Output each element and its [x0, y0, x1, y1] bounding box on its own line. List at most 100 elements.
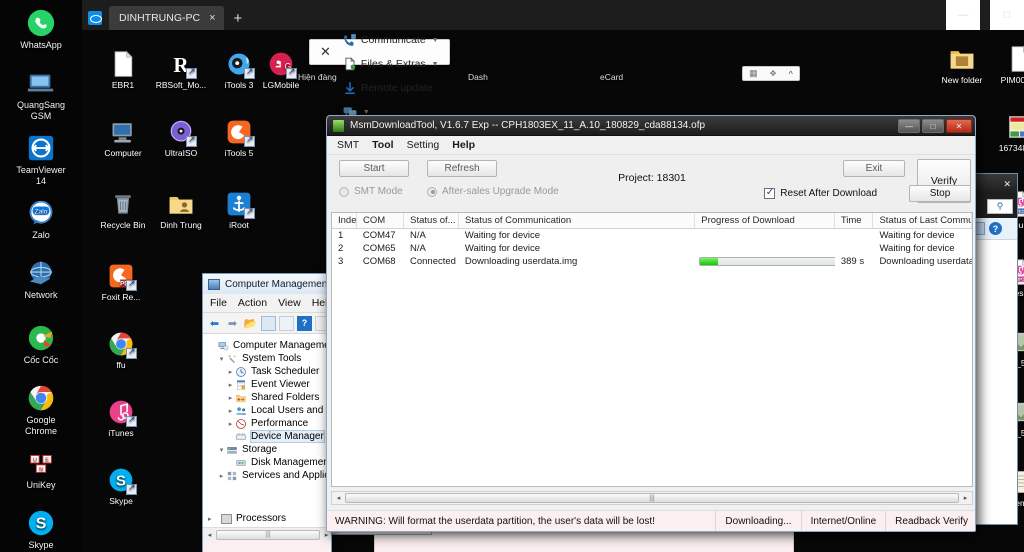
- tree-node-disk-management[interactable]: Disk Management: [208, 456, 331, 469]
- tree-twisty-icon[interactable]: ▸: [217, 472, 226, 480]
- table-column-header[interactable]: COM: [357, 213, 405, 228]
- tree-twisty-icon[interactable]: ▸: [226, 420, 235, 428]
- up-folder-icon[interactable]: 📂: [243, 316, 258, 331]
- msm-close-button[interactable]: ✕: [946, 119, 972, 133]
- remote-desktop-icon[interactable]: Computer: [90, 118, 156, 158]
- table-column-header[interactable]: Time: [835, 213, 874, 228]
- cm-menu-view[interactable]: View: [278, 297, 301, 309]
- radio-smt-mode[interactable]: SMT Mode: [339, 186, 403, 197]
- table-column-header[interactable]: Status of...: [404, 213, 460, 228]
- toolbar-item-communicate[interactable]: Communicate ▼: [337, 30, 445, 52]
- remote-desktop-icon[interactable]: 16734878_: [991, 113, 1024, 153]
- remote-desktop-icon[interactable]: iTools 5: [206, 118, 272, 158]
- table-row[interactable]: 2 COM65 N/A Waiting for device Waiting for d…: [332, 242, 972, 255]
- remote-desktop-icon[interactable]: PIM00003: [991, 45, 1024, 85]
- tree-node-shared-folders[interactable]: ▸ Shared Folders: [208, 391, 331, 404]
- host-desktop-icon[interactable]: U E N UniKey: [0, 448, 82, 491]
- cm-menu-file[interactable]: File: [210, 297, 227, 309]
- scroll-right-arrow[interactable]: ▸: [959, 494, 972, 502]
- remote-desktop-icon[interactable]: Recycle Bin: [90, 190, 156, 230]
- tree-twisty-icon[interactable]: ▸: [226, 368, 235, 376]
- tree-twisty-icon[interactable]: ▸: [208, 515, 217, 523]
- table-row[interactable]: 1 COM47 N/A Waiting for device Waiting for d…: [332, 229, 972, 242]
- msm-menu-tool[interactable]: Tool: [372, 139, 393, 151]
- tree-twisty-icon[interactable]: ▸: [226, 381, 235, 389]
- scroll-thumb[interactable]: |||: [216, 529, 320, 540]
- scroll-thumb[interactable]: |||: [345, 493, 959, 503]
- fullscreen-icon[interactable]: ✥: [770, 69, 777, 78]
- checkbox-icon[interactable]: [764, 187, 776, 199]
- host-desktop-icon[interactable]: Zalo Zalo: [0, 198, 82, 241]
- radio-after-sales-upgrade-mode[interactable]: After-sales Upgrade Mode: [427, 186, 559, 197]
- back-arrow-icon[interactable]: ⬅: [207, 316, 222, 331]
- tree-node-task-scheduler[interactable]: ▸ Task Scheduler: [208, 365, 331, 378]
- chevron-down-icon[interactable]: ▼: [432, 37, 439, 44]
- msm-menu-help[interactable]: Help: [452, 139, 475, 151]
- host-desktop-icon[interactable]: Network: [0, 258, 82, 301]
- scroll-left-arrow[interactable]: ◂: [203, 531, 216, 539]
- help-circle-icon[interactable]: ?: [989, 222, 1002, 235]
- tree-node-performance[interactable]: ▸ Performance: [208, 417, 331, 430]
- stop-button[interactable]: Stop: [909, 185, 971, 202]
- cm-menu-action[interactable]: Action: [238, 297, 267, 309]
- remote-desktop-icon[interactable]: iTunes: [88, 398, 154, 438]
- tab-dinhtrung-pc[interactable]: DINHTRUNG-PC ×: [109, 6, 224, 30]
- remote-desktop-icon[interactable]: Dinh Trung: [148, 190, 214, 230]
- computer-management-tree[interactable]: Computer Management (L ▾ System Tools ▸ Task…: [203, 334, 331, 532]
- grid-icon[interactable]: ▦: [749, 68, 758, 79]
- tree-node-storage[interactable]: ▾ Storage: [208, 443, 331, 456]
- remote-desktop-icon[interactable]: New folder: [933, 45, 991, 85]
- tree-node-event-viewer[interactable]: ▸! Event Viewer: [208, 378, 331, 391]
- remote-desktop-icon[interactable]: GLGMobile: [248, 50, 314, 90]
- device-download-table[interactable]: IndexCOMStatus of...Status of Communicat…: [331, 212, 973, 487]
- tree-node-device-manager[interactable]: Device Manager: [208, 430, 331, 443]
- host-desktop-icon[interactable]: WhatsApp: [0, 8, 82, 51]
- remote-desktop-icon[interactable]: iRoot: [206, 190, 272, 230]
- search-icon[interactable]: ⚲: [987, 198, 1013, 214]
- tree-node-processors[interactable]: ▸ Processors: [208, 513, 286, 524]
- scroll-left-arrow[interactable]: ◂: [332, 494, 345, 502]
- reset-after-download-checkbox[interactable]: Reset After Download: [764, 187, 877, 199]
- refresh-icon[interactable]: [279, 315, 294, 331]
- tab-close-icon[interactable]: ×: [209, 12, 215, 24]
- tree-twisty-icon[interactable]: ▸: [226, 394, 235, 402]
- host-desktop-icon[interactable]: TeamViewer 14: [0, 133, 82, 187]
- tree-twisty-icon[interactable]: ▸: [226, 407, 235, 415]
- tree-node-computer-management-l[interactable]: Computer Management (L: [208, 339, 331, 352]
- chevron-down-icon[interactable]: ▼: [432, 61, 439, 68]
- table-column-header[interactable]: Index: [332, 213, 357, 228]
- help-icon[interactable]: ?: [297, 315, 312, 331]
- msm-hscrollbar[interactable]: ◂ ||| ▸: [331, 491, 973, 505]
- remote-desktop-icon[interactable]: RRBSoft_Mo...: [148, 50, 214, 90]
- remote-desktop-icon[interactable]: UltraISO: [148, 118, 214, 158]
- session-close-button[interactable]: ✕: [314, 40, 337, 64]
- remote-desktop-icon[interactable]: PDFFoxit Re...: [88, 262, 154, 302]
- toolbar-item-files-extras[interactable]: Files & Extras ▼: [337, 52, 445, 76]
- teamviewer-minibar[interactable]: ▦ ✥ ^: [742, 66, 800, 81]
- toolbar-item-remote-update[interactable]: Remote update: [337, 76, 445, 100]
- remote-desktop-icon[interactable]: ffu: [88, 330, 154, 370]
- properties-icon[interactable]: [261, 315, 276, 331]
- host-desktop-icon[interactable]: Cốc Cốc: [0, 323, 82, 366]
- table-column-header[interactable]: Progress of Download: [695, 213, 835, 228]
- remote-desktop-icon[interactable]: EBR1: [90, 50, 156, 90]
- window-minimize-button[interactable]: —: [946, 0, 980, 30]
- host-desktop-icon[interactable]: S Skype: [0, 508, 82, 551]
- tree-twisty-icon[interactable]: ▾: [217, 446, 226, 454]
- remote-desktop-icon[interactable]: S Skype: [88, 466, 154, 506]
- table-column-header[interactable]: Status of Last Communicat: [873, 213, 972, 228]
- computer-management-hscrollbar[interactable]: ◂ ||| ▸: [203, 527, 331, 541]
- tree-node-local-users-and-gro[interactable]: ▸ Local Users and Gro: [208, 404, 331, 417]
- msm-menu-setting[interactable]: Setting: [407, 139, 440, 151]
- tree-node-services-and-applicatio[interactable]: ▸ Services and Applicatio: [208, 469, 331, 482]
- msm-maximize-button[interactable]: □: [922, 119, 944, 133]
- msm-minimize-button[interactable]: —: [898, 119, 920, 133]
- chevron-up-icon[interactable]: ^: [789, 69, 793, 79]
- tree-twisty-icon[interactable]: ▾: [217, 355, 226, 363]
- forward-arrow-icon[interactable]: ➡: [225, 316, 240, 331]
- host-desktop-icon[interactable]: QuangSang GSM: [0, 68, 82, 122]
- exit-button[interactable]: Exit: [843, 160, 905, 177]
- close-icon[interactable]: ✕: [1003, 179, 1017, 190]
- tree-node-system-tools[interactable]: ▾ System Tools: [208, 352, 331, 365]
- msm-menu-smt[interactable]: SMT: [337, 139, 359, 151]
